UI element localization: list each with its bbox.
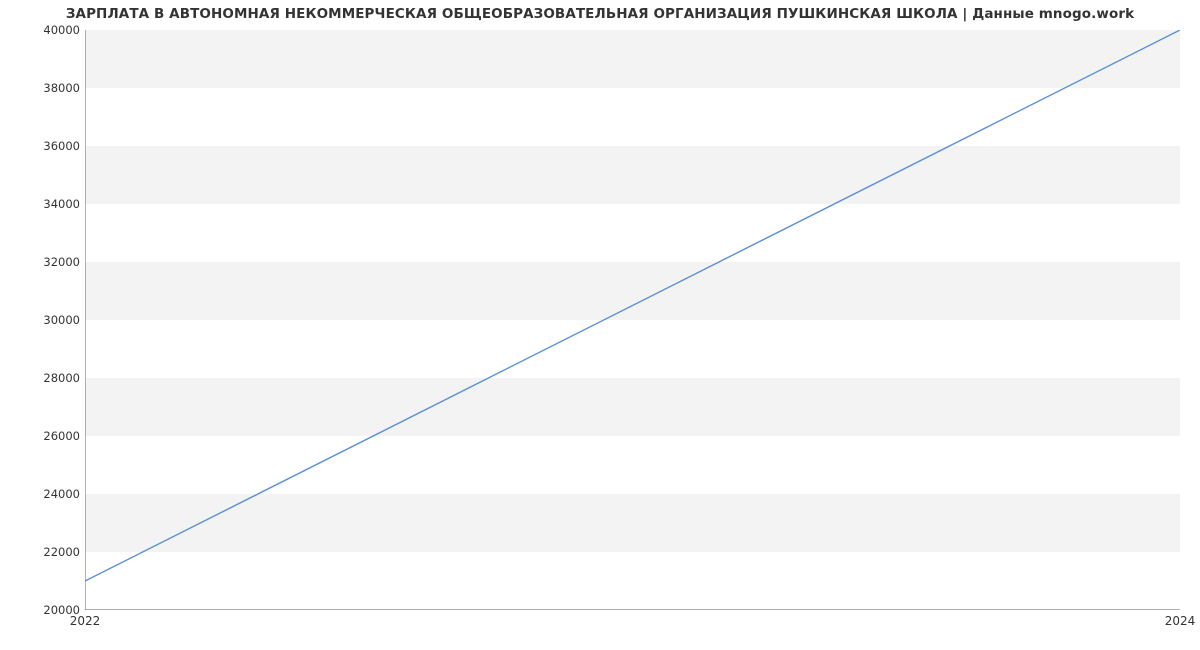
plot-area [85,30,1180,610]
grid-bands [85,30,1180,552]
y-tick-label: 28000 [20,371,80,385]
y-tick-label: 34000 [20,197,80,211]
y-tick-label: 32000 [20,255,80,269]
y-tick-label: 40000 [20,23,80,37]
y-tick-label: 22000 [20,545,80,559]
x-tick-label: 2024 [1165,614,1196,628]
chart-svg [85,30,1180,610]
chart-container: ЗАРПЛАТА В АВТОНОМНАЯ НЕКОММЕРЧЕСКАЯ ОБЩ… [0,0,1200,650]
chart-title: ЗАРПЛАТА В АВТОНОМНАЯ НЕКОММЕРЧЕСКАЯ ОБЩ… [0,6,1200,22]
x-tick-label: 2022 [70,614,101,628]
y-tick-label: 38000 [20,81,80,95]
y-tick-label: 30000 [20,313,80,327]
y-tick-label: 26000 [20,429,80,443]
y-tick-label: 24000 [20,487,80,501]
y-tick-label: 36000 [20,139,80,153]
